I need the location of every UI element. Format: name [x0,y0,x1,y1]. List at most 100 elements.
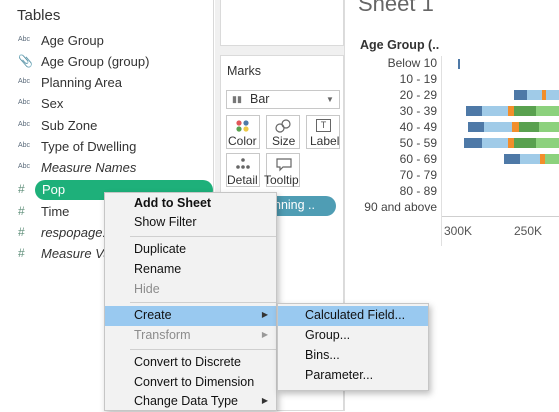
bar-segment [482,106,508,116]
menu-item-label: Duplicate [134,242,187,256]
color-palette-icon [236,120,249,132]
tooltip-icon [276,158,292,172]
string-type-icon: Abc [18,121,31,128]
field-type-of-dwelling[interactable]: Abc Type of Dwelling [0,137,214,158]
mark-type-label: Bar [250,92,270,106]
row-label: 80 - 89 [399,184,437,198]
menu-item-label: Convert to Discrete [134,355,241,369]
detail-label: Detail [227,173,258,187]
field-age-group-group[interactable]: 📎 Age Group (group) [0,52,214,73]
field-label: Planning Area [41,75,122,90]
field-label: Age Group [41,33,104,48]
submenu-item-label: Bins... [305,348,340,362]
field-label: Sub Zone [41,118,98,133]
menu-item-duplicate[interactable]: Duplicate [105,240,276,260]
field-label: Sex [41,96,64,111]
submenu-arrow-icon: ▶ [261,330,268,339]
menu-item-label: Transform [134,328,191,342]
row-label: 50 - 59 [399,136,437,150]
marks-title: Marks [227,64,262,78]
string-type-icon: Abc [18,99,31,106]
x-tick-label: 250K [514,224,543,238]
tables-header: Tables [17,7,61,24]
menu-item-convert-to-dimension[interactable]: Convert to Dimension [105,373,276,393]
submenu-item-label: Calculated Field... [305,308,406,322]
field-age-group[interactable]: Abc Age Group [0,31,214,52]
bar-segment [514,90,527,100]
row-label: 90 and above [364,200,437,214]
number-type-icon: # [18,182,25,196]
bar-segment [464,138,482,148]
sheet-title: Sheet 1 [358,0,434,16]
bar-segment [542,90,546,100]
field-planning-area[interactable]: Abc Planning Area [0,73,214,94]
submenu-item-label: Group... [305,328,351,342]
menu-item-create[interactable]: Create ▶ [105,306,276,326]
menu-item-show-filter[interactable]: Show Filter [105,213,276,233]
menu-separator [130,302,276,303]
field-sex[interactable]: Abc Sex [0,94,214,115]
bar-segment [512,122,519,132]
bar-segment [536,106,559,116]
age-group-column-header[interactable]: Age Group (.. [360,38,439,52]
bar-segment [484,122,512,132]
menu-item-label: Hide [134,282,160,296]
string-type-icon: Abc [18,36,31,43]
field-label: Age Group (group) [41,54,150,69]
paperclip-icon: 📎 [18,54,33,68]
row-label: 10 - 19 [399,72,437,86]
menu-separator [130,236,276,237]
row-label: 60 - 69 [399,152,437,166]
field-label: Time [41,204,70,219]
planning-area-pill-label: nning .. [274,198,316,212]
submenu-item-calculated-field[interactable]: Calculated Field... [278,306,428,326]
row-label: 20 - 29 [399,88,437,102]
menu-item-label: Change Data Type [134,394,239,408]
chevron-down-icon: ▼ [326,95,334,104]
bar-segment [520,154,540,164]
pages-card [220,0,344,46]
menu-item-change-data-type[interactable]: Change Data Type ▶ [105,392,276,412]
field-label: Measure Names [41,160,137,175]
bar-segment [519,122,539,132]
bar-segment [458,59,460,69]
submenu-arrow-icon: ▶ [261,396,268,405]
submenu-item-bins[interactable]: Bins... [278,346,428,366]
mark-type-dropdown[interactable] [226,90,340,109]
bar-segment [508,106,514,116]
menu-item-add-to-sheet[interactable]: Add to Sheet [105,194,276,214]
row-label: 30 - 39 [399,104,437,118]
bar-segment [540,154,545,164]
submenu-item-group[interactable]: Group... [278,326,428,346]
menu-item-rename[interactable]: Rename [105,260,276,280]
bar-segment [539,122,559,132]
menu-item-label: Add to Sheet [134,196,212,210]
menu-item-transform: Transform ▶ [105,326,276,346]
row-label: 70 - 79 [399,168,437,182]
bar-segment [536,138,559,148]
number-type-icon: # [18,246,25,260]
menu-item-label: Create [134,308,172,322]
bar-segment [527,90,542,100]
menu-item-convert-to-discrete[interactable]: Convert to Discrete [105,353,276,373]
submenu-item-parameter[interactable]: Parameter... [278,366,428,386]
submenu-arrow-icon: ▶ [261,310,268,319]
bar-segment [466,106,482,116]
row-label: Below 10 [387,56,437,70]
menu-separator [130,349,276,350]
detail-dots-icon [236,158,250,169]
field-label: Type of Dwelling [41,139,137,154]
bar-segment [508,138,514,148]
bar-segment [545,154,559,164]
label-label: Label [310,134,340,148]
bar-segment [546,90,559,100]
field-sub-zone[interactable]: Abc Sub Zone [0,116,214,137]
bar-segment [514,106,536,116]
string-type-icon: Abc [18,142,31,149]
field-measure-names[interactable]: Abc Measure Names [0,158,214,179]
menu-item-label: Show Filter [134,215,197,229]
bar-segment [482,138,508,148]
menu-item-label: Rename [134,262,182,276]
color-label: Color [228,134,257,148]
menu-item-hide: Hide [105,280,276,300]
